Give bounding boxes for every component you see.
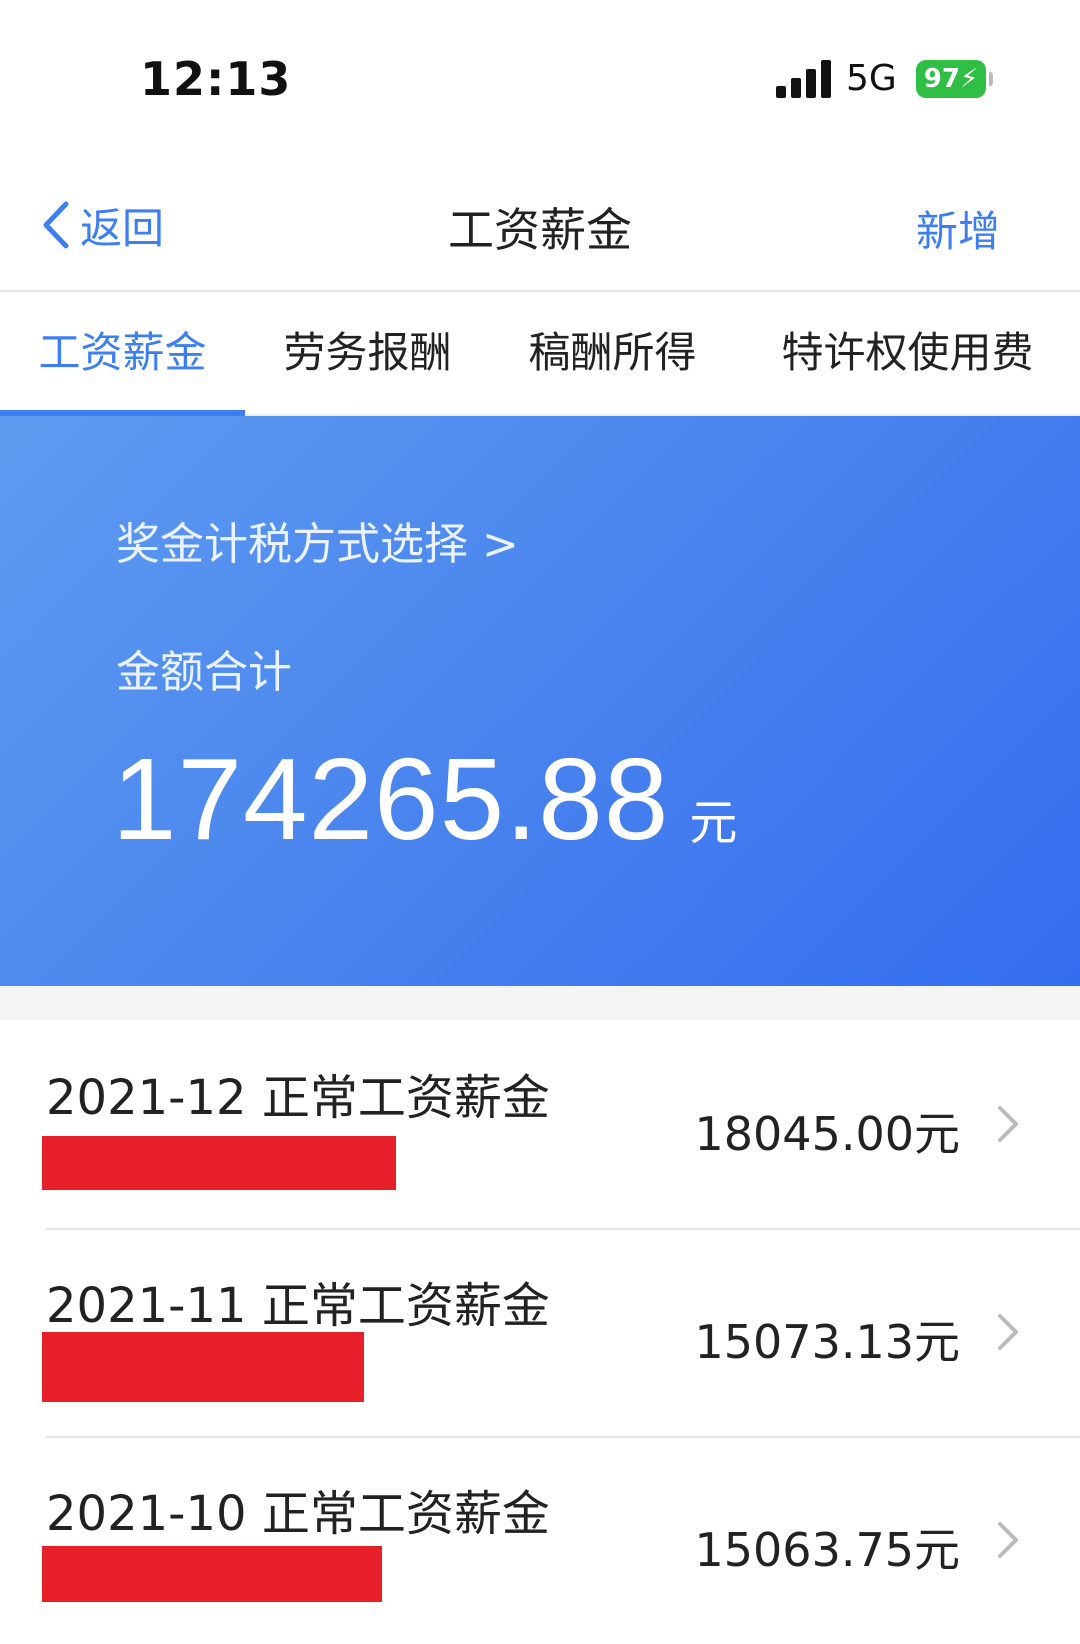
status-time: 12:13 <box>140 52 292 106</box>
redaction-bar <box>42 1546 382 1602</box>
signal-icon <box>776 60 831 98</box>
nav-bar: 返回 工资薪金 新增 <box>0 160 1080 292</box>
tab-author-remuneration[interactable]: 稿酬所得 <box>490 292 735 414</box>
charging-bolt-icon: ⚡ <box>959 64 979 94</box>
chevron-right-icon <box>998 1106 1018 1142</box>
redaction-bar <box>42 1136 396 1190</box>
tab-royalties[interactable]: 特许权使用费 <box>735 292 1080 414</box>
income-type-tabs: 工资薪金 劳务报酬 稿酬所得 特许权使用费 <box>0 292 1080 416</box>
total-unit: 元 <box>689 795 738 851</box>
record-amount: 15063.75元 <box>694 1523 961 1577</box>
list-item[interactable]: 2021-12 正常工资薪金 18045.00元 <box>0 1020 1080 1228</box>
tab-salary[interactable]: 工资薪金 <box>0 292 245 416</box>
add-button[interactable]: 新增 <box>916 198 1000 259</box>
network-label: 5G <box>846 58 897 99</box>
chevron-right-icon <box>998 1314 1018 1350</box>
list-item[interactable]: 2021-10 正常工资薪金 15063.75元 <box>0 1436 1080 1644</box>
record-title: 2021-10 正常工资薪金 <box>46 1486 550 1542</box>
battery-icon: 97⚡ <box>916 60 993 98</box>
total-label: 金额合计 <box>116 647 292 698</box>
list-item[interactable]: 2021-11 正常工资薪金 15073.13元 <box>0 1228 1080 1436</box>
tab-labor-remuneration[interactable]: 劳务报酬 <box>245 292 490 414</box>
section-divider <box>0 986 1080 1020</box>
bonus-tax-method-link[interactable]: 奖金计税方式选择 > <box>116 508 519 572</box>
record-amount: 15073.13元 <box>694 1315 961 1369</box>
battery-level: 97 <box>923 64 960 94</box>
salary-records-list: 2021-12 正常工资薪金 18045.00元 2021-11 正常工资薪金 … <box>0 1020 1080 1644</box>
record-title: 2021-11 正常工资薪金 <box>46 1278 550 1334</box>
status-bar: 12:13 5G 97⚡ <box>0 0 1080 160</box>
total-amount: 174265.88 <box>112 734 670 864</box>
record-amount: 18045.00元 <box>694 1107 961 1161</box>
total-amount-row: 174265.88 元 <box>112 732 737 866</box>
chevron-right-icon <box>998 1522 1018 1558</box>
record-title: 2021-12 正常工资薪金 <box>46 1070 550 1126</box>
redaction-bar <box>42 1332 364 1402</box>
summary-banner: 奖金计税方式选择 > 金额合计 174265.88 元 <box>0 416 1080 986</box>
